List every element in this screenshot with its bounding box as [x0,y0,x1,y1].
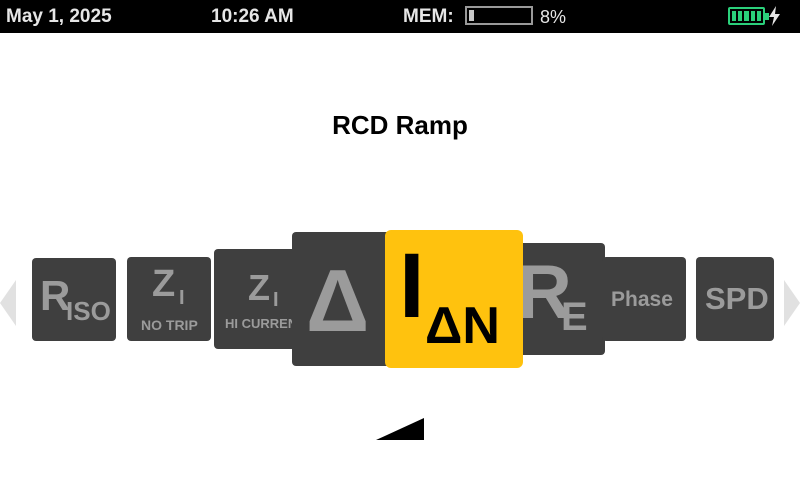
tile-sub-label: ΔN [425,297,500,355]
test-tile-zi-no-trip[interactable]: Z I NO TRIP [127,257,211,341]
tile-sub-label: I [273,289,279,311]
battery-icon [728,7,769,25]
tile-sub-label: ISO [66,296,111,326]
tile-sub-label: E [561,295,588,339]
tile-main-label: Phase [611,288,673,311]
test-tile-zi-hi-current[interactable]: Z I HI CURREN [214,249,298,349]
tile-main-label: Δ [306,251,370,350]
memory-usage-bar [465,6,533,25]
tile-main-label: I [399,235,425,337]
tile-caption: HI CURREN [225,316,298,331]
bolt-icon [769,6,780,26]
test-tile-phase[interactable]: Phase [602,257,686,341]
tile-main-label: Z [152,263,176,305]
memory-label: MEM: [403,6,454,27]
test-tile-riso[interactable]: R ISO [32,258,116,341]
test-tile-re[interactable]: R E [513,243,605,355]
status-bar: May 1, 2025 10:26 AM MEM: 8% [0,0,800,33]
tile-sub-label: I [179,287,185,309]
tile-main-label: SPD [705,281,769,316]
status-time: 10:26 AM [211,6,294,27]
status-date: May 1, 2025 [6,6,112,27]
page-title: RCD Ramp [332,110,468,140]
scroll-right-arrow-icon[interactable] [784,280,800,326]
scroll-left-arrow-icon[interactable] [0,280,16,326]
memory-percent: 8% [540,7,567,27]
wedge-indicator-icon [376,418,424,440]
test-tile-idn-selected[interactable]: I ΔN [385,230,523,368]
tile-caption: NO TRIP [141,317,198,333]
tile-main-label: Z [248,267,270,308]
test-tile-spd[interactable]: SPD [696,257,774,341]
